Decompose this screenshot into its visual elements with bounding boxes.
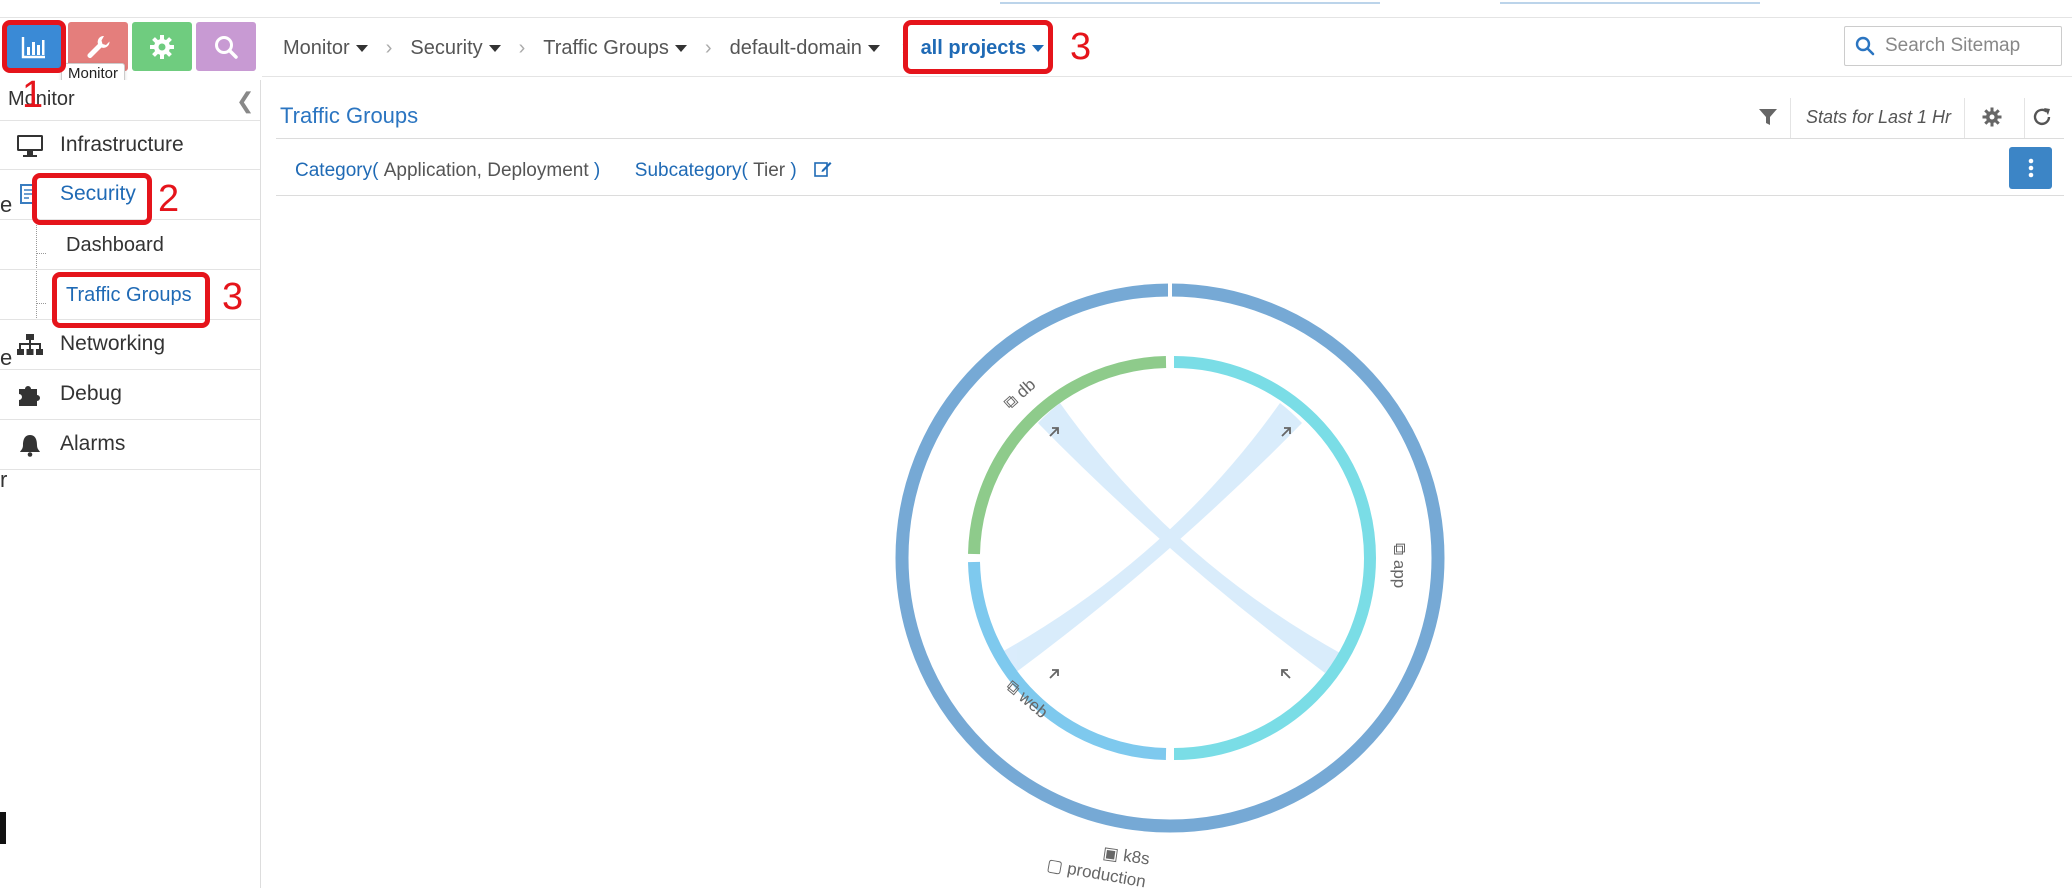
group-icon: ▣	[1101, 843, 1124, 865]
breadcrumb-label: default-domain	[729, 36, 862, 59]
cut-off-text: e	[0, 345, 13, 370]
caret-down-icon	[488, 44, 501, 52]
cut-off-link	[1500, 0, 1760, 4]
caret-down-icon	[355, 44, 368, 52]
vertical-ellipsis-icon	[2028, 158, 2033, 178]
search-sitemap[interactable]	[1844, 26, 2062, 66]
divider	[2024, 98, 2025, 138]
divider	[1790, 98, 1791, 138]
category-value: Application, Deployment	[378, 160, 593, 181]
query-nav-button[interactable]	[196, 22, 256, 71]
sitemap-icon	[17, 334, 43, 355]
more-options-button[interactable]	[2009, 147, 2052, 189]
monitor-icon	[17, 135, 43, 157]
collapse-sidebar-icon[interactable]: ❮	[236, 88, 254, 114]
sidebar-item-label: Networking	[60, 332, 166, 355]
subcategory-value: Tier	[748, 160, 791, 181]
sidebar-item-label: Alarms	[60, 432, 126, 455]
browser-top-strip	[0, 0, 2072, 18]
title-divider	[276, 138, 2064, 139]
chord-label-db: ⧉ db	[1000, 375, 1039, 413]
annotation-box	[2, 20, 66, 73]
chord-ribbons	[1000, 403, 1340, 673]
gear-icon[interactable]	[1981, 106, 2003, 128]
breadcrumb-monitor[interactable]: Monitor	[283, 37, 368, 60]
cut-off-link	[1000, 0, 1380, 4]
chord-label-text: app	[1390, 560, 1409, 588]
sidebar-item-debug[interactable]: Debug	[0, 370, 260, 420]
subcategory-label: Subcategory	[634, 160, 742, 181]
chord-label-app: ⧉ app	[1390, 543, 1409, 588]
arrow-icon	[1049, 669, 1059, 679]
breadcrumb-label: Traffic Groups	[543, 36, 669, 59]
edit-icon[interactable]	[814, 160, 832, 178]
breadcrumb-label: Security	[410, 36, 483, 59]
chord-label-text: k8s	[1122, 846, 1151, 868]
sidebar-item-label: Debug	[60, 382, 122, 405]
annotation-number: 3	[222, 276, 244, 318]
page-title: Traffic Groups	[280, 103, 419, 128]
ribbon-db-app[interactable]	[1038, 403, 1340, 673]
chevron-right-icon: ›	[704, 36, 712, 59]
annotation-box	[32, 173, 152, 225]
search-icon	[215, 35, 238, 59]
filter-icon[interactable]	[1757, 106, 1779, 128]
breadcrumb-label: Monitor	[283, 36, 350, 59]
wrench-icon	[87, 35, 110, 58]
annotation-number: 2	[158, 178, 180, 220]
sidebar-item-label: Dashboard	[66, 234, 164, 256]
subcategory-close-paren: )	[790, 160, 797, 181]
annotation-box	[52, 272, 210, 328]
caret-down-icon	[867, 44, 880, 52]
group-icon: ⧉	[1390, 543, 1409, 560]
divider	[1964, 98, 1965, 138]
category-row: Category( Application, Deployment ) Subc…	[295, 160, 832, 182]
cut-off-text: r	[0, 467, 8, 492]
traffic-groups-chord-chart: ⧉ db ⧉ app ⧉ web ▣ k8s ▢ production	[895, 278, 1445, 888]
stats-range[interactable]: Stats for Last 1 Hr	[1806, 107, 1951, 128]
caret-down-icon	[674, 44, 687, 52]
inner-arc-web[interactable]	[968, 561, 1167, 760]
search-icon	[1855, 36, 1875, 56]
gear-icon	[150, 34, 174, 59]
outer-arc-k8s-production[interactable]	[895, 283, 1445, 833]
annotation-box	[903, 20, 1053, 74]
cut-off-text: e	[0, 192, 13, 217]
annotation-number: 1	[22, 74, 44, 116]
bell-icon	[20, 435, 40, 457]
sidebar-item-dashboard[interactable]: Dashboard	[0, 220, 260, 270]
annotation-number: 3	[1070, 26, 1092, 68]
cut-off-edge-mark	[0, 812, 6, 844]
puzzle-icon	[19, 386, 40, 406]
breadcrumb-domain[interactable]: default-domain	[730, 37, 880, 60]
subcategory-link[interactable]: Subcategory( Tier )	[635, 160, 797, 181]
inner-arc-db[interactable]	[968, 356, 1167, 555]
chevron-right-icon: ›	[385, 36, 393, 59]
sidebar-item-alarms[interactable]: Alarms	[0, 420, 260, 470]
category-close-paren: )	[593, 160, 601, 181]
chevron-right-icon: ›	[518, 36, 526, 59]
category-link[interactable]: Category( Application, Deployment )	[295, 160, 600, 181]
category-divider	[276, 195, 2064, 196]
subcategory-value-text: Tier	[753, 160, 786, 181]
breadcrumb-traffic-groups[interactable]: Traffic Groups	[543, 37, 687, 60]
sidebar-item-infrastructure[interactable]: Infrastructure	[0, 120, 260, 170]
ribbon-app-web[interactable]	[1000, 403, 1302, 673]
sidebar-item-label: Infrastructure	[60, 133, 184, 156]
category-value-text: Application, Deployment	[383, 160, 589, 181]
search-input[interactable]	[1885, 35, 2055, 57]
breadcrumb-security[interactable]: Security	[410, 36, 501, 60]
refresh-icon[interactable]	[2031, 106, 2053, 128]
category-label: Category	[295, 160, 373, 181]
settings-nav-button[interactable]	[132, 22, 192, 71]
arrow-icon	[1281, 669, 1291, 679]
header-divider	[262, 76, 2072, 77]
chord-label-k8s: ▣ k8s	[1101, 843, 1150, 868]
